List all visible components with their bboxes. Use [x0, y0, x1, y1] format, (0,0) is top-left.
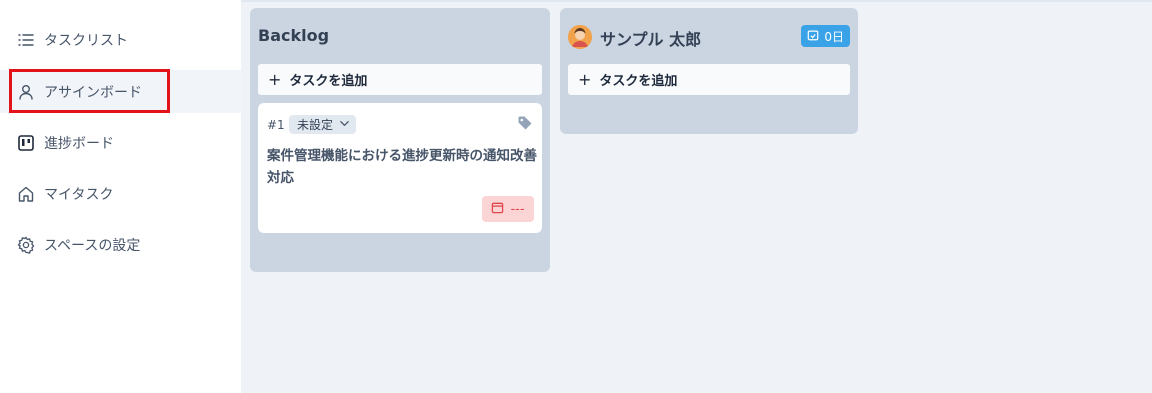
- column-title: Backlog: [258, 26, 330, 45]
- calendar-check-icon: [807, 29, 819, 44]
- gear-icon: [16, 235, 36, 255]
- calendar-icon: [491, 201, 504, 218]
- task-card[interactable]: #1 未設定 案件管理機能における進捗更新時の通知改善対応 ---: [258, 103, 542, 233]
- sidebar-item-assign-board[interactable]: アサインボード: [0, 70, 241, 113]
- due-date-text: ---: [510, 201, 525, 217]
- board-column-user: サンプル 太郎 0日 + タスクを追加: [560, 8, 858, 134]
- user-icon: [16, 82, 36, 102]
- due-date-badge[interactable]: ---: [482, 196, 534, 222]
- top-divider: [241, 0, 1152, 2]
- sidebar-item-label: アサインボード: [44, 84, 142, 101]
- sidebar-item-space-settings[interactable]: スペースの設定: [0, 223, 241, 266]
- add-task-label: タスクを追加: [599, 74, 678, 89]
- status-dropdown[interactable]: 未設定: [289, 115, 357, 134]
- task-title: 案件管理機能における進捗更新時の通知改善対応: [267, 148, 537, 186]
- workload-text: 0日: [824, 29, 844, 44]
- plus-icon: +: [578, 70, 592, 89]
- sidebar-item-label: 進捗ボード: [44, 135, 114, 152]
- board-column-backlog: Backlog + タスクを追加 #1 未設定 案件管理機能における進捗更新時の…: [250, 8, 550, 272]
- sidebar-item-label: スペースの設定: [44, 237, 141, 254]
- avatar: [568, 25, 592, 49]
- sidebar: タスクリスト アサインボード 進捗ボード マイタスク スペースの設定: [0, 0, 241, 393]
- home-icon: [16, 184, 36, 204]
- sidebar-item-progress-board[interactable]: 進捗ボード: [0, 121, 241, 164]
- user-name: サンプル 太郎: [600, 30, 702, 49]
- chevron-down-icon: [339, 118, 350, 132]
- workload-badge: 0日: [801, 25, 850, 47]
- add-task-button[interactable]: + タスクを追加: [258, 64, 542, 95]
- plus-icon: +: [268, 70, 282, 89]
- kanban-icon: [16, 133, 36, 153]
- sidebar-item-my-tasks[interactable]: マイタスク: [0, 172, 241, 215]
- list-icon: [16, 30, 36, 50]
- app-window: タスクリスト アサインボード 進捗ボード マイタスク スペースの設定 Backl…: [0, 0, 1152, 393]
- add-task-label: タスクを追加: [289, 74, 368, 89]
- tag-icon[interactable]: [517, 115, 533, 131]
- status-label: 未設定: [297, 118, 334, 132]
- task-number: #1: [267, 118, 285, 132]
- sidebar-item-label: マイタスク: [44, 186, 114, 203]
- sidebar-item-label: タスクリスト: [44, 32, 128, 49]
- sidebar-item-task-list[interactable]: タスクリスト: [0, 18, 241, 61]
- add-task-button[interactable]: + タスクを追加: [568, 64, 850, 95]
